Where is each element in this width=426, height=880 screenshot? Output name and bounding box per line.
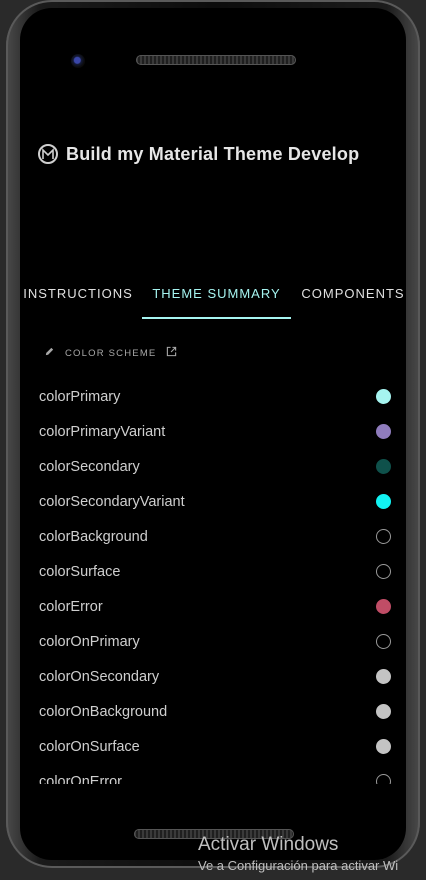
color-name: colorPrimaryVariant: [39, 424, 166, 440]
color-name: colorOnSurface: [39, 739, 140, 755]
color-swatch[interactable]: [376, 774, 391, 784]
material-logo-icon: [38, 144, 58, 164]
tab-instructions-label: INSTRUCTIONS: [23, 285, 133, 301]
color-name: colorSecondary: [39, 459, 140, 475]
color-swatch[interactable]: [376, 634, 391, 649]
color-row[interactable]: colorPrimaryVariant: [20, 415, 406, 450]
color-name: colorBackground: [39, 529, 148, 545]
tab-components-label: COMPONENTS: [301, 285, 405, 301]
color-name: colorOnPrimary: [39, 634, 140, 650]
color-swatch[interactable]: [376, 494, 391, 509]
color-row[interactable]: colorSecondary: [20, 450, 406, 485]
color-swatch[interactable]: [376, 389, 391, 404]
color-name: colorOnBackground: [39, 704, 168, 720]
color-row[interactable]: colorSurface: [20, 555, 406, 590]
color-name: colorSurface: [39, 564, 121, 580]
color-name: colorOnSecondary: [39, 669, 160, 685]
watermark-subtitle: Ve a Configuración para activar Wi: [198, 858, 399, 873]
color-row[interactable]: colorError: [20, 590, 406, 625]
active-tab-indicator: [142, 317, 291, 319]
tab-theme-summary-label: THEME SUMMARY: [152, 285, 281, 301]
color-name: colorError: [39, 599, 103, 615]
color-row[interactable]: colorOnPrimary: [20, 625, 406, 660]
color-swatch[interactable]: [376, 424, 391, 439]
front-camera: [71, 54, 85, 68]
color-row[interactable]: colorBackground: [20, 520, 406, 555]
app-bar: Build my Material Theme Develop: [38, 140, 398, 168]
color-row[interactable]: colorOnSurface: [20, 730, 406, 765]
color-row[interactable]: colorOnSecondary: [20, 660, 406, 695]
color-scheme-header: COLOR SCHEME: [44, 346, 177, 360]
color-swatch[interactable]: [376, 564, 391, 579]
tab-components[interactable]: COMPONENTS: [298, 274, 408, 312]
color-swatch[interactable]: [376, 529, 391, 544]
color-row[interactable]: colorOnError: [20, 765, 406, 784]
color-swatch[interactable]: [376, 669, 391, 684]
tab-instructions[interactable]: INSTRUCTIONS: [22, 274, 134, 312]
windows-activation-watermark: Activar Windows Ve a Configuración para …: [198, 834, 398, 873]
tab-theme-summary[interactable]: THEME SUMMARY: [142, 274, 291, 312]
color-scheme-list[interactable]: colorPrimary colorPrimaryVariant colorSe…: [20, 380, 406, 784]
color-swatch[interactable]: [376, 739, 391, 754]
color-scheme-label: COLOR SCHEME: [65, 347, 157, 359]
watermark-title: Activar Windows: [198, 834, 339, 855]
color-row[interactable]: colorPrimary: [20, 380, 406, 415]
color-row[interactable]: colorOnBackground: [20, 695, 406, 730]
color-row[interactable]: colorSecondaryVariant: [20, 485, 406, 520]
color-swatch[interactable]: [376, 704, 391, 719]
pencil-icon[interactable]: [44, 344, 55, 362]
color-swatch[interactable]: [376, 459, 391, 474]
color-swatch[interactable]: [376, 599, 391, 614]
color-name: colorSecondaryVariant: [39, 494, 185, 510]
open-in-new-icon[interactable]: [166, 344, 177, 362]
app-title: Build my Material Theme Develop: [66, 143, 360, 164]
earpiece-speaker: [136, 55, 296, 65]
color-name: colorPrimary: [39, 389, 121, 405]
color-name: colorOnError: [39, 774, 122, 784]
